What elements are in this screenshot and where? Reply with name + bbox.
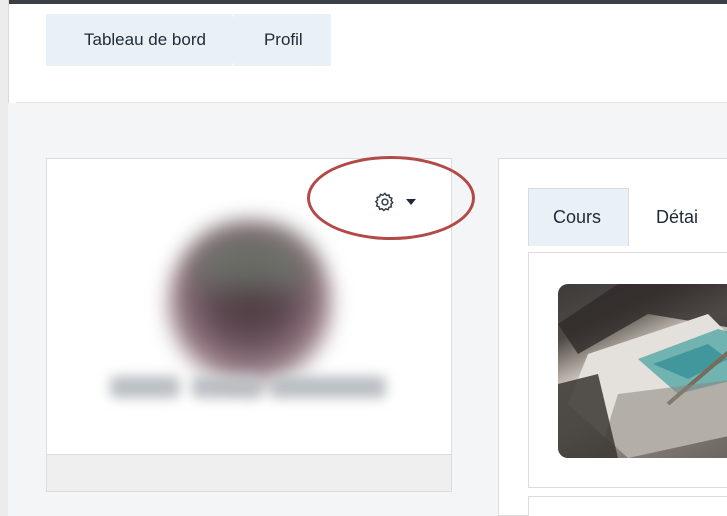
- breadcrumb-item-profile[interactable]: Profil: [233, 14, 331, 66]
- course-image-illustration: [558, 284, 727, 458]
- caret-down-icon: [406, 198, 416, 206]
- breadcrumb-item-dashboard[interactable]: Tableau de bord: [46, 14, 246, 66]
- breadcrumb: Tableau de bord Profil: [46, 14, 331, 66]
- tab-courses[interactable]: Cours: [528, 188, 630, 246]
- profile-tabs: Cours Détai: [528, 188, 698, 246]
- course-card-next: [528, 496, 727, 516]
- tab-details[interactable]: Détai: [629, 188, 698, 246]
- profile-settings-menu[interactable]: [374, 190, 426, 214]
- avatar-highlight: [192, 230, 312, 290]
- page-viewport: Tableau de bord Profil Cours Détai: [0, 0, 727, 516]
- profile-name-blurred: [100, 364, 400, 414]
- profile-card-footer: [47, 454, 451, 491]
- gear-icon: [374, 191, 396, 213]
- course-image[interactable]: [558, 284, 727, 458]
